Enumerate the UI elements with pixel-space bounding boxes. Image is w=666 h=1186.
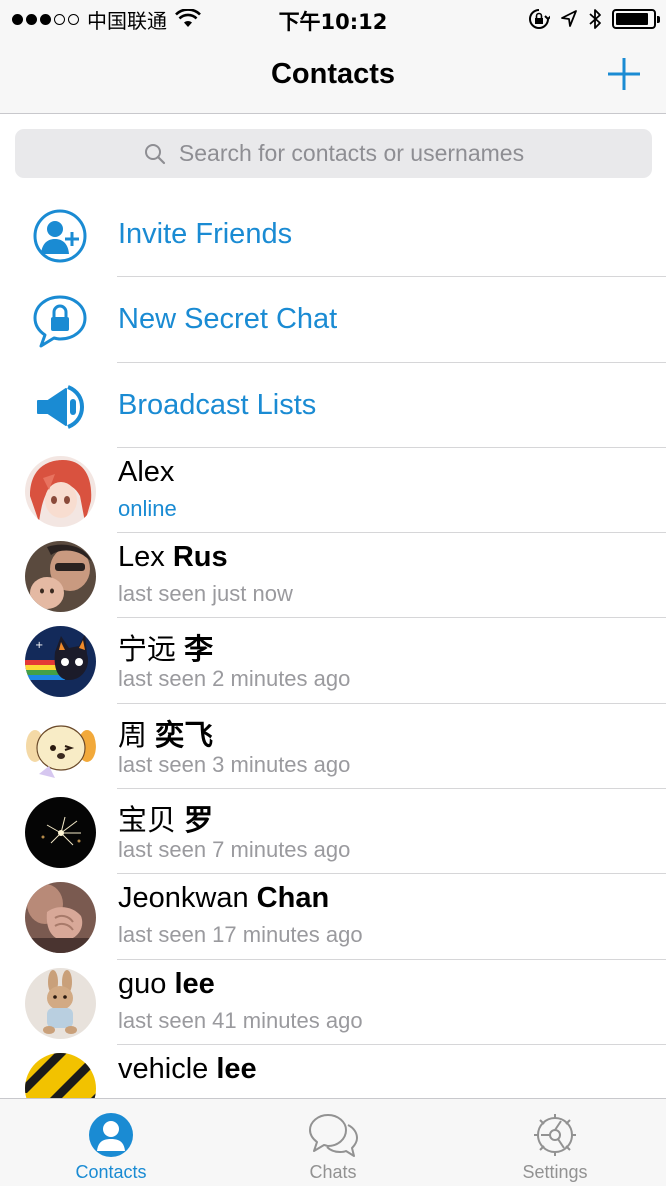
fireworks-avatar (25, 797, 96, 869)
contact-row[interactable]: guo lee last seen 41 minutes ago (0, 960, 666, 1045)
contact-status: last seen 41 minutes ago (118, 1007, 363, 1033)
contact-row[interactable]: + 宁远 李 last seen 2 minutes ago (0, 618, 666, 704)
contact-status: last seen 3 minutes ago (118, 751, 351, 777)
tab-chats[interactable]: Chats (222, 1099, 444, 1186)
status-bar: 中国联通 下午10:12 (0, 0, 666, 38)
contact-name: 周 奕飞 (118, 719, 214, 752)
orientation-lock-icon (529, 9, 550, 29)
contact-name: guo lee (118, 967, 215, 1000)
cartoon-dog-avatar (25, 711, 96, 783)
contacts-icon (89, 1113, 133, 1157)
contact-row[interactable]: Lex Rus last seen just now (0, 533, 666, 619)
bluetooth-icon (589, 9, 601, 29)
hands-photo-avatar (25, 882, 96, 954)
add-person-icon (33, 209, 87, 263)
contact-row[interactable]: Jeonkwan Chan last seen 17 minutes ago (0, 874, 666, 960)
location-icon (561, 10, 577, 27)
contact-row[interactable]: 周 奕飞 last seen 3 minutes ago (0, 704, 666, 790)
search-input[interactable]: Search for contacts or usernames (15, 129, 652, 178)
family-photo-avatar (25, 541, 96, 613)
cartoon-cat-avatar: + (25, 626, 96, 698)
contact-row[interactable]: 宝贝 罗 last seen 7 minutes ago (0, 789, 666, 875)
invite-friends-row[interactable]: Invite Friends (0, 192, 666, 278)
contact-status: last seen just now (118, 581, 293, 607)
new-secret-chat-label: New Secret Chat (118, 303, 338, 336)
broadcast-lists-row[interactable]: Broadcast Lists (0, 363, 666, 448)
plush-bunny-avatar (25, 967, 96, 1039)
contact-name: Jeonkwan Chan (118, 882, 330, 915)
lock-bubble-icon (33, 295, 87, 348)
navigation-bar: Contacts (0, 38, 666, 114)
contact-name: vehicle lee (118, 1052, 257, 1085)
megaphone-icon (37, 384, 85, 429)
plus-icon[interactable] (602, 52, 646, 96)
contact-name: 宁远 李 (118, 634, 214, 667)
search-icon (144, 143, 166, 164)
contact-status: last seen 7 minutes ago (118, 837, 351, 863)
contact-name: 宝贝 罗 (118, 805, 214, 838)
contact-name: Alex (118, 455, 175, 488)
new-secret-chat-row[interactable]: New Secret Chat (0, 277, 666, 363)
tab-contacts[interactable]: Contacts (0, 1099, 222, 1186)
broadcast-lists-label: Broadcast Lists (118, 388, 317, 421)
tab-settings[interactable]: Settings (444, 1099, 666, 1186)
contact-name: Lex Rus (118, 541, 228, 574)
contact-status: last seen 17 minutes ago (118, 922, 363, 948)
chats-icon (309, 1114, 358, 1157)
page-title: Contacts (270, 58, 396, 90)
tab-settings-label: Settings (522, 1162, 588, 1182)
tab-contacts-label: Contacts (75, 1162, 147, 1182)
svg-text:+: + (35, 640, 43, 651)
invite-friends-label: Invite Friends (118, 218, 293, 250)
anime-girl-avatar (25, 455, 96, 527)
contacts-list: Invite Friends New Secret Chat Broadcast… (0, 192, 666, 1130)
battery-icon (612, 9, 660, 29)
tab-bar: Contacts Chats Settings (0, 1098, 666, 1186)
contact-status: online (118, 495, 177, 521)
contact-status: last seen 2 minutes ago (118, 666, 351, 692)
contact-row[interactable]: Alex online (0, 448, 666, 534)
tab-chats-label: Chats (309, 1162, 357, 1182)
search-bar: Search for contacts or usernames (0, 115, 666, 191)
search-placeholder: Search for contacts or usernames (178, 140, 525, 166)
settings-gear-icon (534, 1114, 576, 1156)
